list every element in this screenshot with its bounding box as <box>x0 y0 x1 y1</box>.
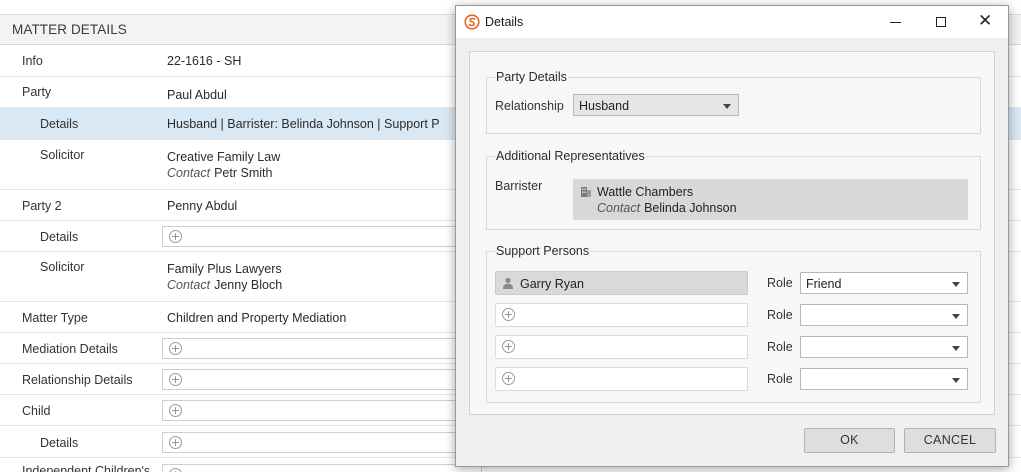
support-person-add-field[interactable]: + <box>495 367 748 391</box>
row-label: Independent Children's <box>22 464 151 472</box>
add-icon[interactable]: + <box>502 308 515 321</box>
row-label: Child <box>22 404 51 418</box>
building-icon <box>581 187 591 197</box>
chevron-down-icon <box>723 104 731 109</box>
app-logo-icon <box>464 14 480 30</box>
solicitor-firm: Family Plus Lawyers <box>167 262 282 276</box>
barrister-firm: Wattle Chambers <box>597 185 694 199</box>
chevron-down-icon <box>952 282 960 287</box>
row-label: Relationship Details <box>22 373 133 387</box>
row-label: Party <box>22 85 52 99</box>
add-icon[interactable]: + <box>169 230 182 243</box>
party-details-group: Party Details Relationship Husband <box>486 70 981 134</box>
role-select[interactable] <box>800 336 968 358</box>
minimize-button[interactable] <box>872 6 918 38</box>
add-icon[interactable]: + <box>169 342 182 355</box>
cancel-button[interactable]: CANCEL <box>904 428 996 453</box>
party-2-details-field[interactable]: + <box>162 226 482 247</box>
row-label: Solicitor <box>40 148 85 162</box>
add-icon[interactable]: + <box>169 373 182 386</box>
group-title: Support Persons <box>495 244 591 258</box>
add-icon[interactable]: + <box>502 372 515 385</box>
support-person-add-field[interactable]: + <box>495 335 748 359</box>
group-title: Party Details <box>495 70 568 84</box>
support-person-card[interactable]: Garry Ryan <box>495 271 748 295</box>
role-label: Role <box>767 340 793 354</box>
row-label: Details <box>40 230 79 244</box>
solicitor-firm: Creative Family Law <box>167 150 281 164</box>
chevron-down-icon <box>952 378 960 383</box>
person-icon <box>503 277 513 289</box>
role-select[interactable]: Friend <box>800 272 968 294</box>
dialog-titlebar[interactable]: Details ✕ <box>456 6 1008 38</box>
barrister-label: Barrister <box>495 179 543 193</box>
relationship-value: Husband <box>579 99 630 113</box>
solicitor-contact: Contact Petr Smith <box>167 166 273 180</box>
maximize-icon <box>936 17 946 27</box>
maximize-button[interactable] <box>918 6 964 38</box>
dialog-title: Details <box>485 15 524 29</box>
row-value: Penny Abdul <box>167 199 238 213</box>
row-label: Details <box>40 436 79 450</box>
role-label: Role <box>767 276 793 290</box>
relationship-details-field[interactable]: + <box>162 369 482 390</box>
support-person-name: Garry Ryan <box>520 277 584 291</box>
row-label: Solicitor <box>40 260 85 274</box>
chevron-down-icon <box>952 346 960 351</box>
solicitor-value: Creative Family Law Contact Petr Smith <box>167 150 280 180</box>
additional-representatives-group: Additional Representatives Barrister Wat… <box>486 149 981 230</box>
row-value: Paul Abdul <box>167 88 227 102</box>
minimize-icon <box>890 22 901 23</box>
child-details-field[interactable]: + <box>162 432 482 453</box>
role-label: Role <box>767 308 793 322</box>
add-icon[interactable]: + <box>169 436 182 449</box>
close-button[interactable]: ✕ <box>964 6 1010 38</box>
independent-childrens-field[interactable]: + <box>162 464 482 472</box>
support-person-add-field[interactable]: + <box>495 303 748 327</box>
relationship-select[interactable]: Husband <box>573 94 739 116</box>
role-select[interactable] <box>800 304 968 326</box>
child-field[interactable]: + <box>162 400 482 421</box>
add-icon[interactable]: + <box>502 340 515 353</box>
solicitor-value: Family Plus Lawyers Contact Jenny Bloch <box>167 262 282 292</box>
ok-button[interactable]: OK <box>804 428 895 453</box>
mediation-details-field[interactable]: + <box>162 338 482 359</box>
barrister-card[interactable]: Wattle Chambers Contact Belinda Johnson <box>573 179 968 220</box>
chevron-down-icon <box>952 314 960 319</box>
row-value: Children and Property Mediation <box>167 311 347 325</box>
relationship-label: Relationship <box>495 99 564 113</box>
row-label: Info <box>22 54 43 68</box>
row-value: Husband | Barrister: Belinda Johnson | S… <box>167 117 440 131</box>
role-value: Friend <box>806 277 842 291</box>
details-dialog: Details ✕ Party Details Relationship Hus… <box>455 5 1009 467</box>
row-value: 22-1616 - SH <box>167 54 242 68</box>
row-label: Mediation Details <box>22 342 118 356</box>
add-icon[interactable]: + <box>169 468 182 472</box>
add-icon[interactable]: + <box>169 404 182 417</box>
row-label: Party 2 <box>22 199 62 213</box>
row-label: Details <box>40 117 79 131</box>
solicitor-contact: Contact Jenny Bloch <box>167 278 283 292</box>
barrister-contact: Contact Belinda Johnson <box>597 201 737 215</box>
role-label: Role <box>767 372 793 386</box>
support-persons-group: Support Persons Garry Ryan Role Friend +… <box>486 244 981 403</box>
dialog-content: Party Details Relationship Husband Addit… <box>469 51 995 415</box>
row-label: Matter Type <box>22 311 88 325</box>
role-select[interactable] <box>800 368 968 390</box>
close-icon: ✕ <box>978 11 993 31</box>
group-title: Additional Representatives <box>495 149 646 163</box>
